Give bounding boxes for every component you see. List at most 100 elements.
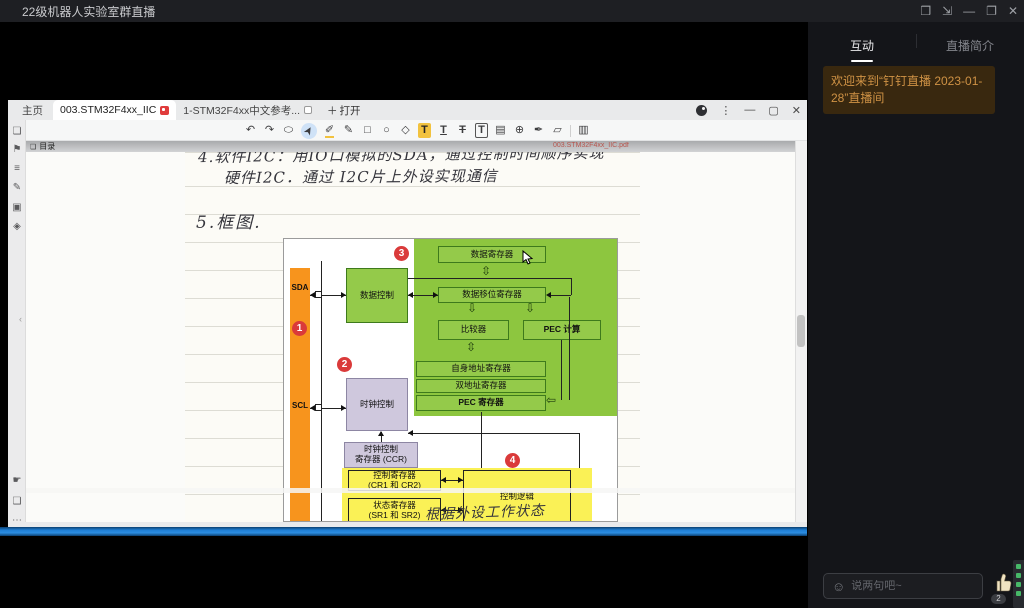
live-title: 22级机器人实验室群直播 — [22, 3, 155, 20]
tab-home[interactable]: 主页 — [22, 103, 43, 118]
screen-share-border — [0, 527, 807, 536]
tab-active-underline — [851, 60, 873, 62]
stamp-icon[interactable]: ⚑ — [8, 144, 26, 155]
annotate-pen-icon[interactable]: ✎ — [8, 182, 26, 193]
tags-icon[interactable]: ◈ — [8, 221, 26, 232]
bus-line — [321, 261, 322, 522]
i2c-block-diagram: SDA SCL 数据控制 数据寄存器 数据移位寄存器 比较器 — [283, 238, 618, 522]
arrowhead — [433, 292, 438, 298]
ellipse-icon[interactable]: ○ — [380, 123, 393, 138]
scl-label: SCL — [290, 401, 310, 410]
shared-pdf-window: 主页 003.STM32F4xx_IIC 1-STM32F4xx中文参考... … — [8, 100, 807, 527]
live-side-panel: 互动 直播简介 欢迎来到“钉钉直播 2023-01-28”直播间 ☺ 2 — [808, 22, 1024, 608]
toc-label: 目录 — [39, 141, 55, 152]
toc-icon: ❏ — [30, 143, 36, 151]
highlighter-glyph: ✐ — [325, 124, 334, 136]
pdf-tabbar: 主页 003.STM32F4xx_IIC 1-STM32F4xx中文参考... … — [8, 100, 807, 120]
thumbnails-icon[interactable]: ❏ — [8, 126, 26, 137]
feedback-line — [561, 340, 562, 400]
pdf-close-icon[interactable]: ✕ — [792, 104, 801, 117]
lasso-icon[interactable]: ⬭ — [282, 123, 295, 138]
arrowhead — [458, 477, 463, 483]
left-arrow: ⇦ — [546, 394, 556, 406]
chat-input-box[interactable]: ☺ — [823, 573, 983, 599]
like-count-badge: 2 — [991, 594, 1006, 604]
eraser-icon[interactable]: ▱ — [551, 123, 564, 138]
tab-live-intro-label: 直播简介 — [946, 39, 994, 53]
image-stamp-icon[interactable]: ▤ — [494, 123, 507, 138]
highlighter-color-bar — [325, 136, 334, 138]
feedback-line — [571, 278, 572, 295]
double-arrow: ⇳ — [481, 265, 491, 277]
close-icon[interactable]: ✕ — [1008, 4, 1018, 18]
minimize-icon[interactable]: — — [963, 4, 975, 18]
pdf-minimize-icon[interactable]: — — [744, 104, 755, 116]
feedback-line — [551, 295, 571, 296]
green-dot — [1016, 582, 1021, 587]
redo-icon[interactable]: ↷ — [263, 123, 276, 138]
thumbs-up-icon — [990, 570, 1014, 594]
snapshot-icon[interactable]: ▣ — [8, 202, 26, 213]
arrowhead — [441, 477, 446, 483]
open-file-button[interactable]: ＋ 打开 — [327, 103, 361, 118]
pdf-maximize-icon[interactable]: ▢ — [768, 104, 778, 117]
tab-active-label: 003.STM32F4xx_IIC — [60, 104, 156, 116]
file-icon — [304, 106, 312, 114]
theme-toggle-icon[interactable] — [696, 105, 707, 116]
kebab-menu-icon[interactable]: ⋮ — [720, 104, 731, 117]
diagram-box-pec-calc: PEC 计算 — [523, 320, 601, 340]
undo-icon[interactable]: ↶ — [244, 123, 257, 138]
scrollbar-thumb[interactable] — [797, 315, 805, 347]
pin-square — [315, 404, 322, 411]
screen: 22级机器人实验室群直播 ❒ ⇲ — ❐ ✕ 主页 003.STM32F4xx_… — [0, 0, 1024, 608]
document-canvas[interactable]: 4.软件I2C：用IO口模拟的SDA，通过控制时间顺序实现 硬件I2C．通过 I… — [26, 152, 795, 522]
link-globe-icon[interactable]: ⊕ — [513, 123, 526, 138]
feedback-line — [569, 297, 570, 400]
tab-second-document[interactable]: 1-STM32F4xx中文参考... — [176, 100, 319, 120]
marker-3: 3 — [394, 246, 409, 261]
fullscreen-icon[interactable]: ⇲ — [942, 4, 952, 18]
diagram-box-own-addr-register: 自身地址寄存器 — [416, 361, 546, 377]
down-arrow: ⇩ — [525, 302, 535, 314]
chat-input[interactable] — [851, 580, 974, 592]
marker-4: 4 — [505, 453, 520, 468]
mouse-cursor — [522, 250, 534, 266]
feedback-line — [408, 278, 571, 279]
pin-square — [315, 291, 322, 298]
down-arrow: ⇩ — [467, 302, 477, 314]
connector — [579, 433, 580, 468]
outline-icon[interactable]: ≡ — [8, 163, 26, 174]
handwritten-note-line2: 硬件I2C．通过 I2C片上外设实现通信 — [224, 165, 498, 188]
arrowhead — [408, 292, 413, 298]
select-area-icon[interactable]: ❑ — [8, 496, 26, 507]
reaction-bar-partial[interactable] — [1013, 560, 1024, 608]
rectangle-icon[interactable]: □ — [361, 123, 374, 138]
page-break — [26, 488, 795, 493]
text-strikethrough-icon[interactable]: T — [456, 123, 469, 138]
annotation-panel-icon[interactable]: ▥ — [577, 123, 590, 138]
tab-interact[interactable]: 互动 — [808, 37, 916, 54]
text-box-icon[interactable]: T — [475, 123, 488, 138]
select-cursor-icon[interactable]: ➤ — [298, 120, 320, 142]
popout-icon[interactable]: ❒ — [920, 4, 931, 18]
maximize-icon[interactable]: ❐ — [986, 4, 997, 18]
sidebar-collapse-arrow[interactable]: ‹ — [19, 314, 22, 324]
highlighter-icon[interactable]: ✐ — [323, 123, 336, 138]
green-dot — [1016, 573, 1021, 578]
arrowhead — [378, 431, 384, 436]
ink-signature-icon[interactable]: ✒ — [532, 123, 545, 138]
pen-icon[interactable]: ✎ — [342, 123, 355, 138]
marker-1: 1 — [292, 321, 307, 336]
text-highlight-icon[interactable]: T — [418, 123, 431, 138]
polygon-icon[interactable]: ◇ — [399, 123, 412, 138]
tab-active-document[interactable]: 003.STM32F4xx_IIC — [53, 100, 176, 120]
diagram-box-data-control: 数据控制 — [346, 268, 408, 323]
toc-strip[interactable]: ❏ 目录 003.STM32F4xx_IIC.pdf — [26, 141, 795, 152]
text-underline-icon[interactable]: T — [437, 123, 450, 138]
tab-live-intro[interactable]: 直播简介 — [916, 37, 1024, 54]
diagram-box-comparator: 比较器 — [438, 320, 509, 340]
bus-bar — [290, 268, 310, 522]
app-titlebar: 22级机器人实验室群直播 ❒ ⇲ — ❐ ✕ — [0, 0, 1024, 22]
emoji-icon[interactable]: ☺ — [832, 579, 845, 594]
hand-tool-icon[interactable]: ☛ — [8, 475, 26, 486]
